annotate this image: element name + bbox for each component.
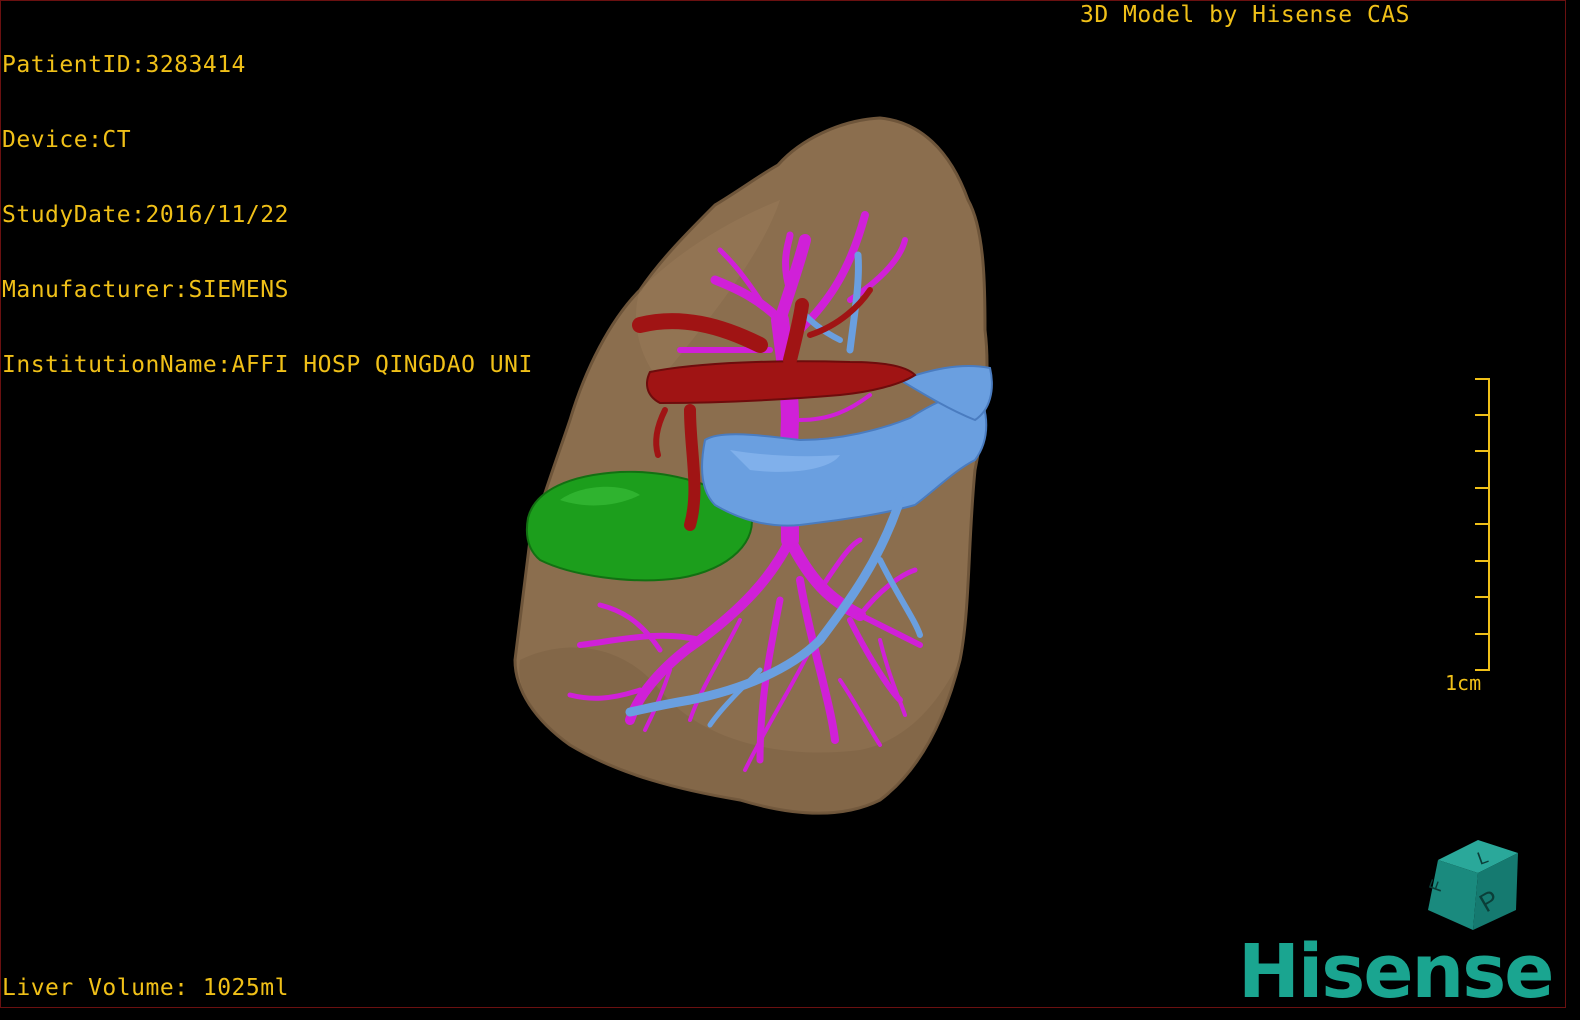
study-date-text: StudyDate:2016/11/22 [2, 202, 289, 228]
institution-text: InstitutionName:AFFI HOSP QINGDAO UNI [2, 352, 533, 378]
patient-id-text: PatientID:3283414 [2, 52, 246, 78]
manufacturer-text: Manufacturer:SIEMENS [2, 277, 289, 303]
scale-bar-label: 1cm [1445, 671, 1482, 695]
hisense-logo: Hisense [1238, 929, 1554, 1015]
device-text: Device:CT [2, 127, 132, 153]
dicom-info-panel: PatientID:3283414 Device:CT StudyDate:20… [2, 3, 533, 403]
orientation-cube[interactable]: F L P [1418, 835, 1528, 935]
model-credit-text: 3D Model by Hisense CAS [1080, 2, 1410, 28]
scale-bar [1475, 378, 1490, 671]
liver-volume-text: Liver Volume: 1025ml [2, 975, 289, 1001]
